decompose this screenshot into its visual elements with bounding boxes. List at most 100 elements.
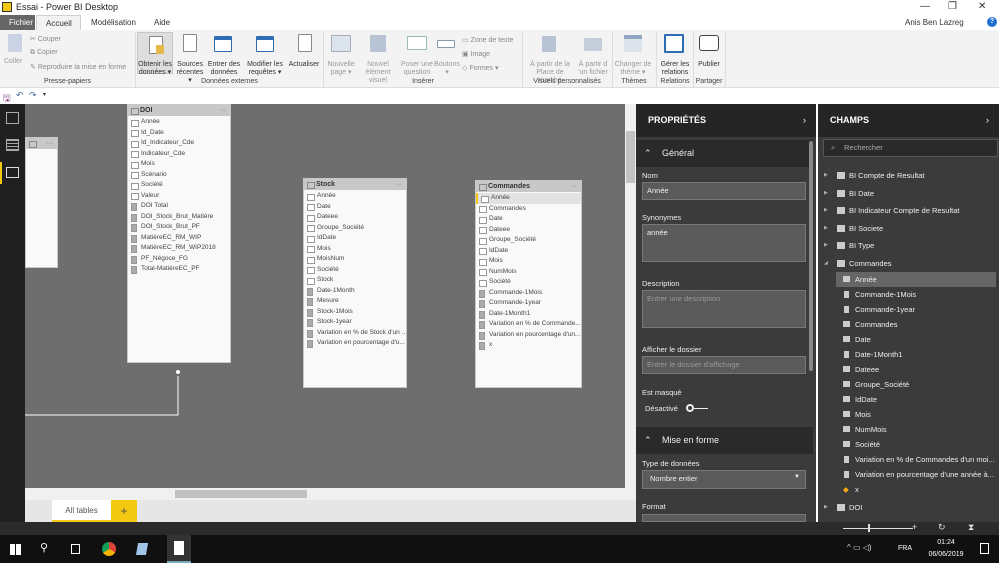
canvas-horizontal-scrollbar[interactable] xyxy=(25,488,636,500)
data-type-select[interactable]: Nombre entier ▼ xyxy=(642,470,806,489)
table-field[interactable]: IdDate xyxy=(304,233,406,244)
table-field[interactable]: MatièreEC_RM_WIP xyxy=(128,233,230,244)
fit-to-screen-icon[interactable]: ⧗ xyxy=(968,522,974,533)
field-item[interactable]: Année xyxy=(836,272,996,287)
report-view-icon[interactable] xyxy=(6,112,19,124)
table-field[interactable]: Société xyxy=(128,180,230,191)
collapsed-icon[interactable]: ▶ xyxy=(824,499,828,516)
table-field[interactable]: Valeur xyxy=(128,191,230,202)
table-field[interactable]: x xyxy=(476,340,581,351)
collapsed-icon[interactable]: ▶ xyxy=(824,185,828,202)
refresh-button[interactable]: Actualiser xyxy=(287,61,321,69)
table-field[interactable]: Dateee xyxy=(304,212,406,223)
zoom-slider[interactable] xyxy=(843,528,913,529)
table-field[interactable]: Indicateur_Cde xyxy=(128,149,230,160)
table-field[interactable]: Date-1Month1 xyxy=(476,309,581,320)
table-field[interactable]: Société xyxy=(304,265,406,276)
table-field[interactable]: Mois xyxy=(476,256,581,267)
table-field[interactable]: Groupe_Société xyxy=(476,235,581,246)
table-card-header[interactable]: DOI ··· xyxy=(128,105,230,116)
field-item[interactable]: Commandes xyxy=(836,317,996,332)
zoom-in-icon[interactable]: + xyxy=(912,522,917,532)
field-table-item[interactable]: ▶ BI Indicateur Compte de Resultat xyxy=(818,202,988,219)
tab-modelisation[interactable]: Modélisation xyxy=(82,15,145,30)
collapsed-icon[interactable]: ▶ xyxy=(824,167,828,184)
task-view-icon[interactable] xyxy=(71,544,80,554)
table-field[interactable]: NumMois xyxy=(476,267,581,278)
table-field[interactable]: Année xyxy=(476,193,581,204)
table-field[interactable]: DOI_Stock_Brut_Matière xyxy=(128,212,230,223)
name-input[interactable]: Année xyxy=(642,182,806,200)
field-item[interactable]: Groupe_Société xyxy=(836,377,996,392)
field-item[interactable]: ◆ x xyxy=(836,482,996,497)
edit-queries-button[interactable]: Modifier les requêtes ▾ xyxy=(244,61,286,77)
description-input[interactable]: Entrer une description xyxy=(642,290,806,328)
format-select[interactable] xyxy=(642,514,806,522)
format-painter-button[interactable]: ✎ Reproduire la mise en forme xyxy=(30,63,126,71)
table-field[interactable]: Stock-1year xyxy=(304,317,406,328)
table-field[interactable]: Variation en % de Commande... xyxy=(476,319,581,330)
table-field[interactable]: Dateee xyxy=(476,225,581,236)
table-field[interactable]: PF_Négoce_FG xyxy=(128,254,230,265)
chrome-icon[interactable] xyxy=(102,542,116,556)
field-table-item[interactable]: ▶ BI Compte de Resultat xyxy=(818,167,988,184)
clock-time[interactable]: 01:24 xyxy=(926,539,966,546)
field-item[interactable]: Commande-1year xyxy=(836,302,996,317)
language-indicator[interactable]: FRA xyxy=(898,545,912,552)
reset-layout-icon[interactable]: ↻ xyxy=(938,522,946,533)
more-options-icon[interactable]: ··· xyxy=(219,105,226,116)
more-options-icon[interactable]: ··· xyxy=(46,138,53,149)
field-table-item[interactable]: ▶ BI Date xyxy=(818,185,988,202)
data-view-icon[interactable] xyxy=(6,139,19,151)
table-field[interactable]: Variation en pourcentage d'u... xyxy=(304,338,406,349)
canvas-vertical-scrollbar[interactable] xyxy=(625,104,636,488)
table-field[interactable]: Commandes xyxy=(476,204,581,215)
display-folder-input[interactable]: Entrer le dossier d'affichage xyxy=(642,356,806,374)
table-field[interactable]: Stock xyxy=(304,275,406,286)
field-item[interactable]: Variation en pourcentage d'une année à..… xyxy=(836,467,996,482)
model-view-icon[interactable] xyxy=(6,167,19,178)
collapse-properties-icon[interactable]: › xyxy=(803,104,806,137)
field-item[interactable]: Date-1Month1 xyxy=(836,347,996,362)
minimize-button[interactable]: — xyxy=(920,1,930,12)
table-card[interactable]: ··· xyxy=(25,137,58,268)
synonyms-input[interactable]: année xyxy=(642,224,806,262)
field-item[interactable]: Société xyxy=(836,437,996,452)
windows-start-icon[interactable] xyxy=(10,544,21,555)
field-item[interactable]: Commande-1Mois xyxy=(836,287,996,302)
table-field[interactable]: DOI_Stock_Brut_PF xyxy=(128,222,230,233)
zoom-slider-thumb[interactable] xyxy=(868,524,870,532)
field-table-item[interactable]: ▶ BI Societe xyxy=(818,220,988,237)
table-card[interactable]: Stock ··· Année Date Dateee Groupe_Société IdD… xyxy=(303,178,407,388)
undo-icon[interactable]: ↶ xyxy=(16,90,24,101)
switch-theme-button[interactable]: Changer de thème ▾ xyxy=(614,61,652,77)
more-options-icon[interactable]: ··· xyxy=(570,181,577,192)
field-table-item[interactable]: ◢ Commandes xyxy=(818,255,988,272)
manage-relations-button[interactable]: Gérer les relations xyxy=(657,61,693,77)
buttons-button[interactable]: Boutons ▾ xyxy=(434,61,460,77)
collapsed-icon[interactable]: ▶ xyxy=(824,237,828,254)
fields-search-input[interactable]: ⌕ Rechercher xyxy=(823,139,998,157)
new-page-button[interactable]: Nouvelle page ▾ xyxy=(324,61,358,77)
field-item[interactable]: NumMois xyxy=(836,422,996,437)
table-field[interactable]: IdDate xyxy=(476,246,581,257)
table-field[interactable]: Date-1Month xyxy=(304,286,406,297)
publish-button[interactable]: Publier xyxy=(694,61,724,69)
field-item[interactable]: Variation en % de Commandes d'un moi... xyxy=(836,452,996,467)
table-field[interactable]: Variation en % de Stock d'un ... xyxy=(304,328,406,339)
table-field[interactable]: Commande-1year xyxy=(476,298,581,309)
clock-date[interactable]: 06/06/2019 xyxy=(920,551,972,558)
table-field[interactable]: Variation en pourcentage d'un... xyxy=(476,330,581,341)
table-field[interactable]: Id_Indicateur_Cde xyxy=(128,138,230,149)
shapes-button[interactable]: ◇ Formes ▾ xyxy=(462,64,499,72)
more-options-icon[interactable]: ··· xyxy=(395,179,402,190)
textbox-button[interactable]: ▭ Zone de texte xyxy=(462,36,513,44)
table-field[interactable]: Scénario xyxy=(128,170,230,181)
close-button[interactable]: ✕ xyxy=(978,1,986,12)
table-field[interactable]: Id_Date xyxy=(128,128,230,139)
table-field[interactable]: Mois xyxy=(304,244,406,255)
table-card-header[interactable]: ··· xyxy=(26,138,57,149)
tab-accueil[interactable]: Accueil xyxy=(36,15,81,30)
copy-button[interactable]: ⧉ Copier xyxy=(30,49,58,57)
expanded-icon[interactable]: ◢ xyxy=(824,255,828,272)
